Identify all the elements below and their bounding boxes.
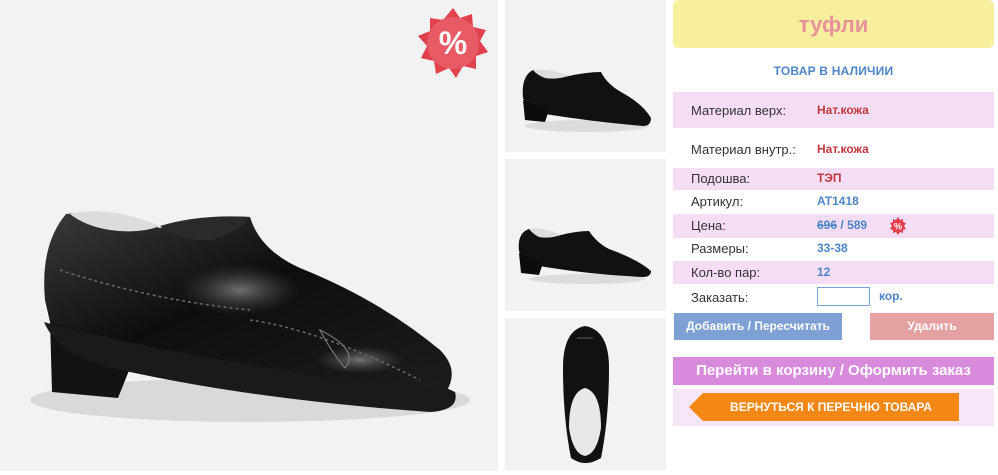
price-separator: / [840,218,844,232]
go-to-cart-button[interactable]: Перейти в корзину / Оформить заказ [673,357,994,385]
add-recalculate-button[interactable]: Добавить / Пересчитать [674,313,842,340]
spec-row-article: Артикул: AT1418 [673,191,994,213]
spec-row-pairs: Кол-во пар: 12 [673,261,994,284]
discount-mini-badge-icon: % [889,217,907,235]
spec-label: Размеры: [691,241,749,256]
product-title: туфли [673,0,994,48]
spec-row-order: Заказать: кор. [673,285,994,309]
spec-label: Заказать: [691,290,749,305]
new-price: 589 [847,218,868,232]
old-price: 696 [817,218,838,232]
delete-button[interactable]: Удалить [870,313,994,340]
spec-label: Цена: [691,218,726,233]
spec-value: AT1418 [817,194,859,208]
thumbnail-top-view[interactable] [505,318,666,470]
back-to-list-button[interactable]: ВЕРНУТЬСЯ К ПЕРЕЧНЮ ТОВАРА [689,393,959,421]
spec-value: Нат.кожа [817,103,869,117]
svg-text:%: % [894,222,902,232]
spec-value: 12 [817,265,831,279]
spec-label: Артикул: [691,194,744,209]
spec-value: 33-38 [817,241,848,255]
spec-row-material-top: Материал верх: Нат.кожа [673,92,994,128]
spec-label: Материал внутр.: [691,142,796,157]
spec-label: Материал верх: [691,103,787,118]
spec-label: Подошва: [691,171,751,186]
spec-row-sizes: Размеры: 33-38 [673,238,994,260]
order-unit: кор. [879,289,903,303]
main-product-image[interactable]: % [0,0,498,471]
spec-row-material-inner: Материал внутр.: Нат.кожа [673,132,994,166]
product-info-panel: туфли ТОВАР В НАЛИЧИИ Материал верх: Нат… [673,0,995,471]
stock-status: ТОВАР В НАЛИЧИИ [773,64,894,78]
order-quantity-input[interactable] [817,287,870,306]
price-value: 696 / 589 [817,218,867,232]
spec-value: Нат.кожа [817,142,869,156]
thumbnail-side-view-2[interactable] [505,159,666,311]
spec-value: ТЭП [817,171,842,185]
thumbnail-side-view[interactable] [505,0,666,152]
back-button-area: ВЕРНУТЬСЯ К ПЕРЕЧНЮ ТОВАРА [673,389,994,426]
svg-text:%: % [439,25,467,61]
spec-row-price: Цена: 696 / 589 % [673,214,994,238]
discount-badge-icon: % [414,6,492,80]
spec-label: Кол-во пар: [691,265,761,280]
spec-row-sole: Подошва: ТЭП [673,168,994,190]
